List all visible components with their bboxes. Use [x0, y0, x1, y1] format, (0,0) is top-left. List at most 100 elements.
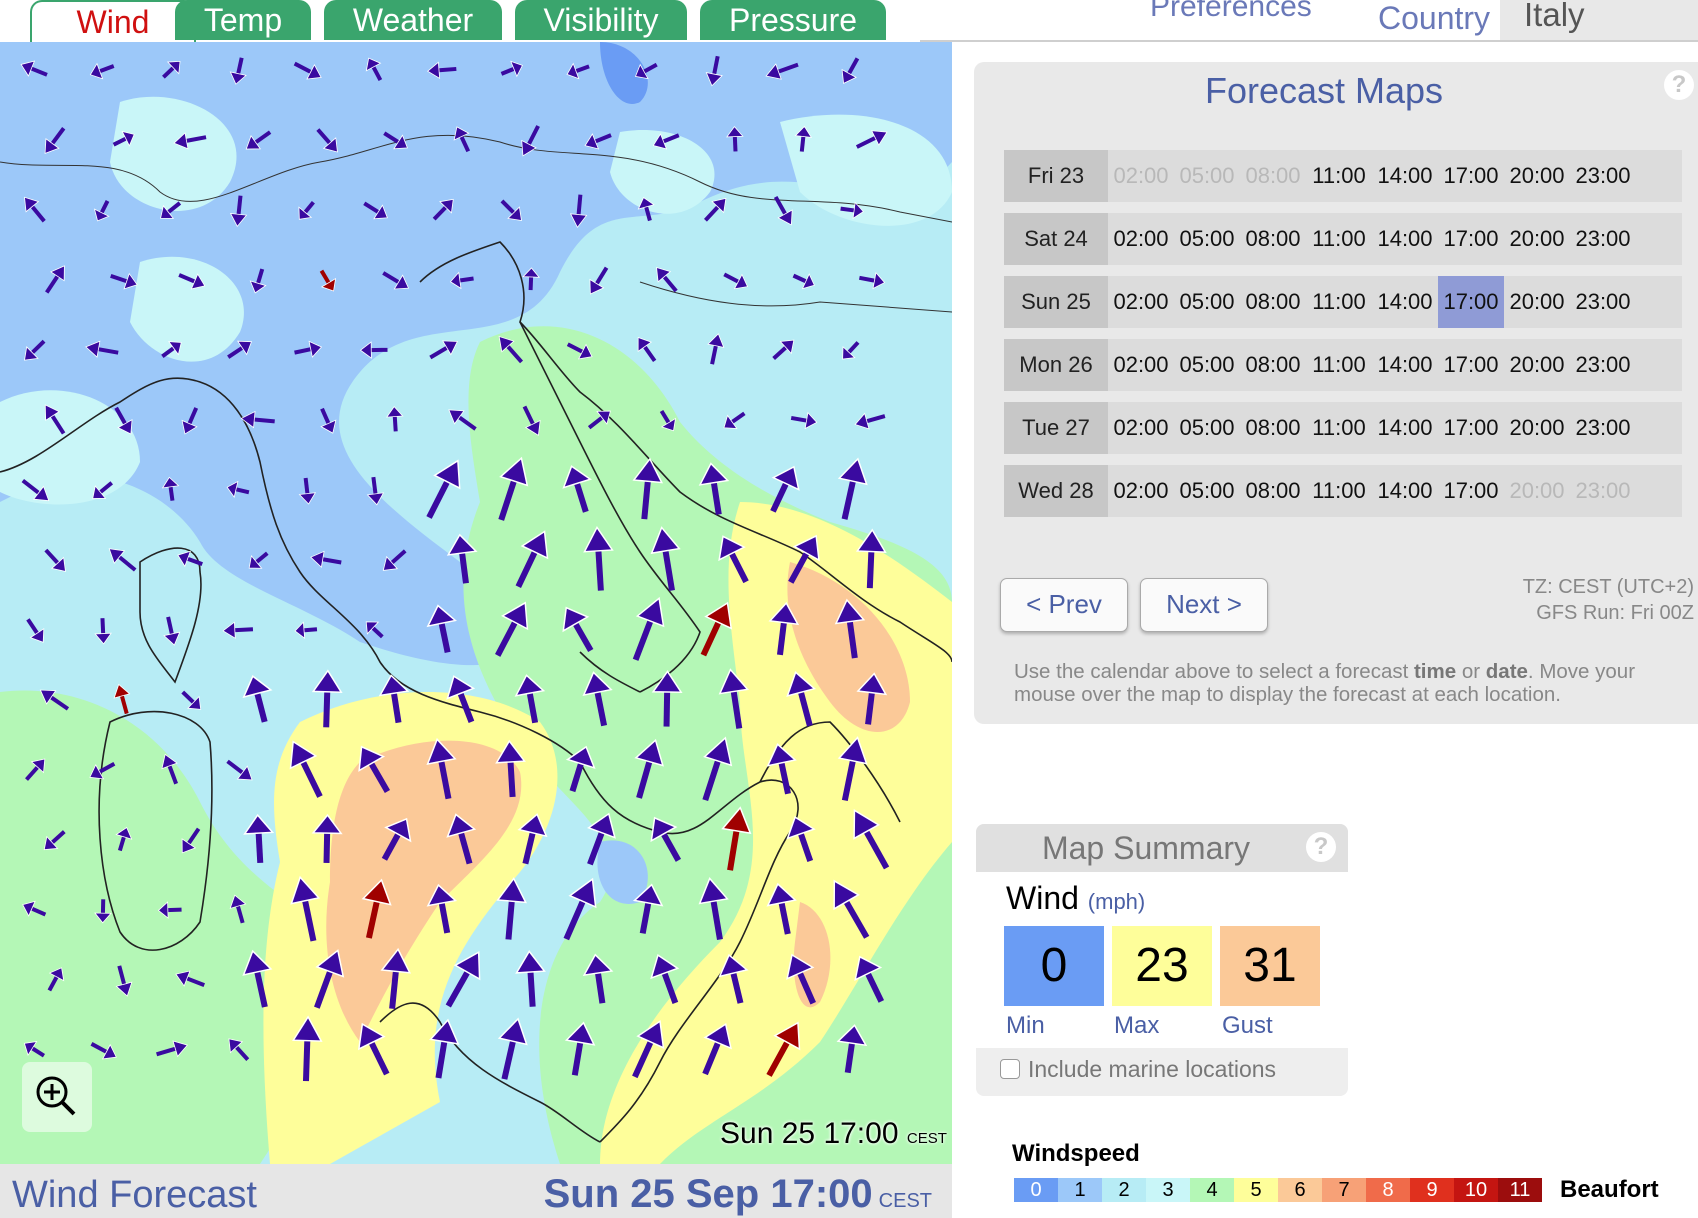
- calendar-time-slot[interactable]: 02:00: [1108, 465, 1174, 517]
- preferences-link[interactable]: Preferences: [1150, 0, 1350, 24]
- wind-map[interactable]: Sun 25 17:00 CEST: [0, 42, 952, 1164]
- calendar-time-slot[interactable]: 14:00: [1372, 465, 1438, 517]
- forecast-date: Sun 25 Sep 17:00 CEST: [544, 1172, 932, 1217]
- calendar-time-slot[interactable]: 11:00: [1306, 402, 1372, 454]
- calendar-time-slot[interactable]: 02:00: [1108, 213, 1174, 265]
- country-label: Country: [1378, 0, 1491, 36]
- summary-unit: (mph): [1087, 889, 1146, 914]
- forecast-help-icon[interactable]: ?: [1664, 70, 1694, 100]
- calendar-time-slot[interactable]: 17:00: [1438, 339, 1504, 391]
- map-footer: Wind Forecast Sun 25 Sep 17:00 CEST: [0, 1164, 952, 1218]
- prev-button[interactable]: < Prev: [1000, 578, 1128, 632]
- calendar-time-slot[interactable]: 05:00: [1174, 465, 1240, 517]
- calendar-time-slot[interactable]: 14:00: [1372, 339, 1438, 391]
- calendar-time-slot[interactable]: 17:00: [1438, 402, 1504, 454]
- wind-arrow-shaft: [437, 66, 457, 73]
- tab-wind[interactable]: Wind: [30, 0, 196, 42]
- calendar-time-slot[interactable]: 20:00: [1504, 276, 1570, 328]
- marine-checkbox[interactable]: [1000, 1059, 1020, 1079]
- tab-pressure[interactable]: Pressure: [700, 0, 886, 40]
- wind-arrow-shaft: [458, 276, 474, 283]
- calendar-time-slot[interactable]: 14:00: [1372, 276, 1438, 328]
- beaufort-cell: 0: [1014, 1178, 1058, 1202]
- calendar-time-slot[interactable]: 02:00: [1108, 402, 1174, 454]
- calendar-time-slot[interactable]: 02:00: [1108, 339, 1174, 391]
- calendar-time-slot[interactable]: 14:00: [1372, 150, 1438, 202]
- calendar-time-slot[interactable]: 20:00: [1504, 213, 1570, 265]
- wind-arrow-shaft: [866, 548, 875, 589]
- calendar-time-slot: 08:00: [1245, 163, 1301, 188]
- calendar-time-slot[interactable]: 17:00: [1438, 150, 1504, 202]
- beaufort-cell: 6: [1278, 1178, 1322, 1202]
- instr-part-2: or: [1456, 660, 1486, 683]
- calendar-time-slot[interactable]: 14:00: [1372, 402, 1438, 454]
- calendar-time-slot[interactable]: 14:00: [1372, 213, 1438, 265]
- wind-arrow-shaft: [663, 689, 671, 727]
- wind-arrow-shaft: [323, 688, 331, 728]
- calendar-time-slot[interactable]: 23:00: [1570, 276, 1636, 328]
- tab-visibility[interactable]: Visibility: [515, 0, 687, 40]
- calendar-time-slot[interactable]: 17:00: [1438, 276, 1504, 328]
- calendar-time-slot[interactable]: 23:00: [1570, 213, 1636, 265]
- calendar-time-slot[interactable]: 05:00: [1174, 213, 1240, 265]
- calendar-time-slot[interactable]: 20:00: [1504, 339, 1570, 391]
- calendar-time-slot[interactable]: 23:00: [1570, 402, 1636, 454]
- windspeed-legend: Windspeed 0 1 2 3 4 5 6 7 8 9 10 11 Beaufort: [1012, 1140, 1698, 1218]
- summary-help-icon[interactable]: ?: [1306, 832, 1336, 862]
- calendar-time-slot[interactable]: 08:00: [1240, 276, 1306, 328]
- calendar-time-slot[interactable]: 17:00: [1438, 213, 1504, 265]
- map-summary-header: Map Summary ?: [976, 824, 1348, 872]
- min-label: Min: [1006, 1012, 1045, 1039]
- max-value-box: 23: [1112, 926, 1212, 1006]
- wind-arrow-shaft: [255, 830, 264, 864]
- wind-arrow-shaft: [505, 897, 516, 940]
- beaufort-cell: 5: [1234, 1178, 1278, 1202]
- calendar-row: Tue 27 02:00 05:00 08:00 11:00 14:00 17:00 20:0…: [1004, 402, 1682, 454]
- calendar-time-slot[interactable]: 17:00: [1438, 465, 1504, 517]
- run-info: TZ: CEST (UTC+2) GFS Run: Fri 00Z: [1434, 574, 1694, 626]
- calendar-time-slot[interactable]: 05:00: [1174, 339, 1240, 391]
- calendar-time-slot[interactable]: 05:00: [1174, 276, 1240, 328]
- instr-date: date: [1485, 660, 1528, 683]
- max-label: Max: [1114, 1012, 1160, 1039]
- marine-toggle[interactable]: Include marine locations: [1000, 1056, 1276, 1083]
- calendar-time-slot[interactable]: 11:00: [1306, 465, 1372, 517]
- calendar-time-slot: 20:00: [1509, 478, 1565, 503]
- calendar-time-slot[interactable]: 23:00: [1570, 150, 1636, 202]
- calendar-time-slot[interactable]: 08:00: [1240, 339, 1306, 391]
- summary-variable-name: Wind: [1006, 880, 1079, 916]
- marine-label: Include marine locations: [1028, 1056, 1277, 1082]
- tab-weather[interactable]: Weather: [324, 0, 502, 40]
- country-selector[interactable]: Italy: [1500, 0, 1698, 40]
- wind-arrow-shaft: [371, 476, 378, 496]
- calendar-day-label: Sat 24: [1004, 213, 1108, 265]
- calendar-time-slot[interactable]: 08:00: [1240, 213, 1306, 265]
- zoom-in-button[interactable]: [22, 1062, 92, 1132]
- wind-arrow-shaft: [233, 627, 254, 633]
- wind-arrow-shaft: [865, 689, 876, 725]
- calendar-time-slot[interactable]: 08:00: [1240, 465, 1306, 517]
- wind-arrow-shaft: [840, 206, 856, 213]
- calendar-time-slot[interactable]: 20:00: [1504, 150, 1570, 202]
- calendar-time-slot: 23:00: [1575, 478, 1631, 503]
- tab-temp[interactable]: Temp: [175, 0, 311, 40]
- calendar-time-slot[interactable]: 08:00: [1240, 402, 1306, 454]
- calendar-time-slot[interactable]: 20:00: [1504, 402, 1570, 454]
- legend-title: Windspeed: [1012, 1140, 1140, 1167]
- calendar-time-slot[interactable]: 11:00: [1306, 213, 1372, 265]
- wind-arrow-shaft: [507, 759, 516, 798]
- wind-arrow-shaft: [252, 417, 275, 424]
- calendar-time-slot[interactable]: 23:00: [1570, 339, 1636, 391]
- calendar-time-slot[interactable]: 11:00: [1306, 150, 1372, 202]
- calendar-time-slot[interactable]: 11:00: [1306, 339, 1372, 391]
- next-button[interactable]: Next >: [1140, 578, 1268, 632]
- map-timestamp: Sun 25 17:00 CEST: [720, 1117, 947, 1151]
- beaufort-cell: 7: [1322, 1178, 1366, 1202]
- calendar-time-slot[interactable]: 05:00: [1174, 402, 1240, 454]
- calendar-time-slot[interactable]: 11:00: [1306, 276, 1372, 328]
- gust-label: Gust: [1222, 1012, 1273, 1039]
- map-summary-body: Wind (mph) 0 23 31 Min Max Gust: [976, 872, 1348, 1048]
- wind-arrow-shaft: [595, 547, 604, 591]
- calendar-time-slot[interactable]: 02:00: [1108, 276, 1174, 328]
- wind-arrow-shaft: [576, 194, 583, 217]
